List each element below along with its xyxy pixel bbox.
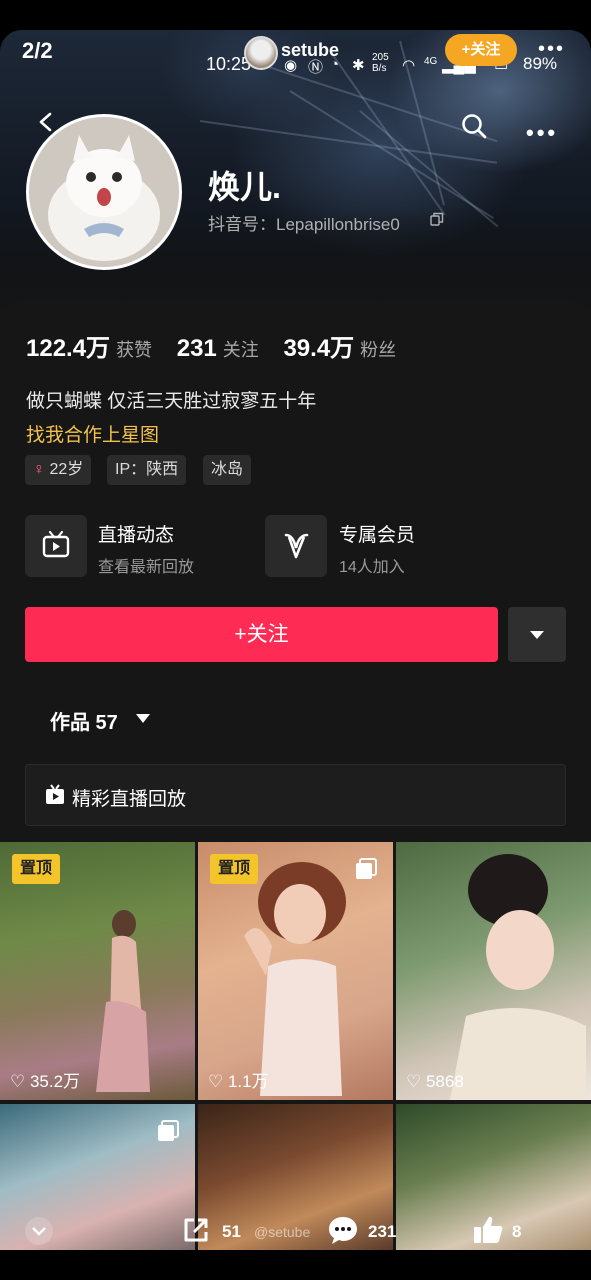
more-options-icon[interactable]: ••• <box>526 120 558 146</box>
age-tag: ♀ 22岁 <box>25 455 92 485</box>
thumbs-up-icon[interactable] <box>472 1214 504 1246</box>
collapse-icon[interactable] <box>24 1216 54 1246</box>
douyin-id: 抖音号：Lepapillonbrise0 <box>208 215 400 234</box>
member-feature-icon-box[interactable] <box>265 515 327 577</box>
followers-label[interactable]: 粉丝 <box>360 340 396 360</box>
age-label: 22岁 <box>49 461 84 478</box>
member-feature-subtitle: 14人加入 <box>339 559 405 576</box>
comment-icon[interactable] <box>326 1214 360 1246</box>
image-viewer: 10:25 ◉ Ⓝ ◔ ✱ 205 B/s ◠ 4G ▂▄▆ ▭ 89% ••• <box>0 0 591 1280</box>
following-count[interactable]: 231 <box>177 335 217 362</box>
v-icon <box>284 533 309 559</box>
overlay-follow-button[interactable]: +关注 <box>445 34 517 66</box>
net-speed: 205 B/s <box>372 52 389 74</box>
likes-label: 获赞 <box>116 340 153 360</box>
watermark: @setube <box>254 1224 311 1240</box>
share-icon[interactable] <box>180 1214 212 1246</box>
tv-icon <box>42 530 70 558</box>
live-feature-title[interactable]: 直播动态 <box>98 520 174 547</box>
overlay-avatar[interactable] <box>244 36 278 70</box>
like-count: 8 <box>512 1222 522 1241</box>
overlay-more-icon[interactable]: ••• <box>538 38 565 61</box>
live-feature-subtitle: 查看最新回放 <box>98 559 195 576</box>
bio: 做只蝴蝶 仅活三天胜过寂寥五十年 <box>26 391 317 412</box>
member-feature-title[interactable]: 专属会员 <box>339 520 415 547</box>
tile-likes: ♡ 5868 <box>406 1072 464 1091</box>
live-replay-icon <box>46 784 64 804</box>
bluetooth-icon: ✱ <box>352 57 365 74</box>
chevron-down-icon <box>530 631 544 639</box>
works-tab[interactable]: 作品 57 <box>50 706 118 735</box>
overlay-username: setube <box>281 40 340 60</box>
video-tile[interactable]: ♡ 5868 <box>396 842 591 1100</box>
follow-button[interactable]: +关注 <box>25 607 498 662</box>
signal-label: 4G <box>424 56 438 67</box>
pinned-badge: 置顶 <box>210 854 259 884</box>
live-feature-icon-box[interactable] <box>25 515 87 577</box>
back-arrow-icon[interactable] <box>36 112 56 132</box>
female-icon: ♀ <box>33 461 45 478</box>
video-tile[interactable]: 置顶 ♡ 1.1万 <box>198 842 393 1100</box>
tile-likes: ♡ 35.2万 <box>10 1072 81 1091</box>
copy-icon[interactable] <box>430 212 444 226</box>
viewer-action-bar: 51 @setube 231 8 <box>0 1200 591 1260</box>
tile-likes: ♡ 1.1万 <box>208 1072 269 1091</box>
ip-tag: IP：陕西 <box>107 455 187 485</box>
multi-image-icon <box>356 858 377 879</box>
live-replay-label[interactable]: 精彩直播回放 <box>72 784 186 811</box>
avatar[interactable] <box>26 114 182 270</box>
stats-row: 122.4万 获赞 231 关注 39.4万 粉丝 <box>26 328 414 363</box>
video-tile[interactable]: 置顶 ♡ 35.2万 <box>0 842 195 1100</box>
pinned-badge: 置顶 <box>12 854 61 884</box>
share-count: 51 <box>222 1222 241 1241</box>
likes-count: 122.4万 <box>26 335 111 362</box>
star-map-link[interactable]: 找我合作上星图 <box>26 420 159 447</box>
location-tag: 冰岛 <box>203 455 252 485</box>
wifi-icon: ◠ <box>402 57 416 74</box>
followers-count[interactable]: 39.4万 <box>283 335 354 362</box>
more-actions-button[interactable] <box>508 607 566 662</box>
following-label[interactable]: 关注 <box>223 340 259 360</box>
multi-image-icon <box>158 1120 179 1141</box>
page-counter: 2/2 <box>22 38 53 63</box>
profile-name: 焕儿. <box>208 169 281 205</box>
works-dropdown-icon[interactable] <box>136 714 150 723</box>
search-icon[interactable] <box>460 112 488 140</box>
comment-count: 231 <box>368 1222 397 1241</box>
